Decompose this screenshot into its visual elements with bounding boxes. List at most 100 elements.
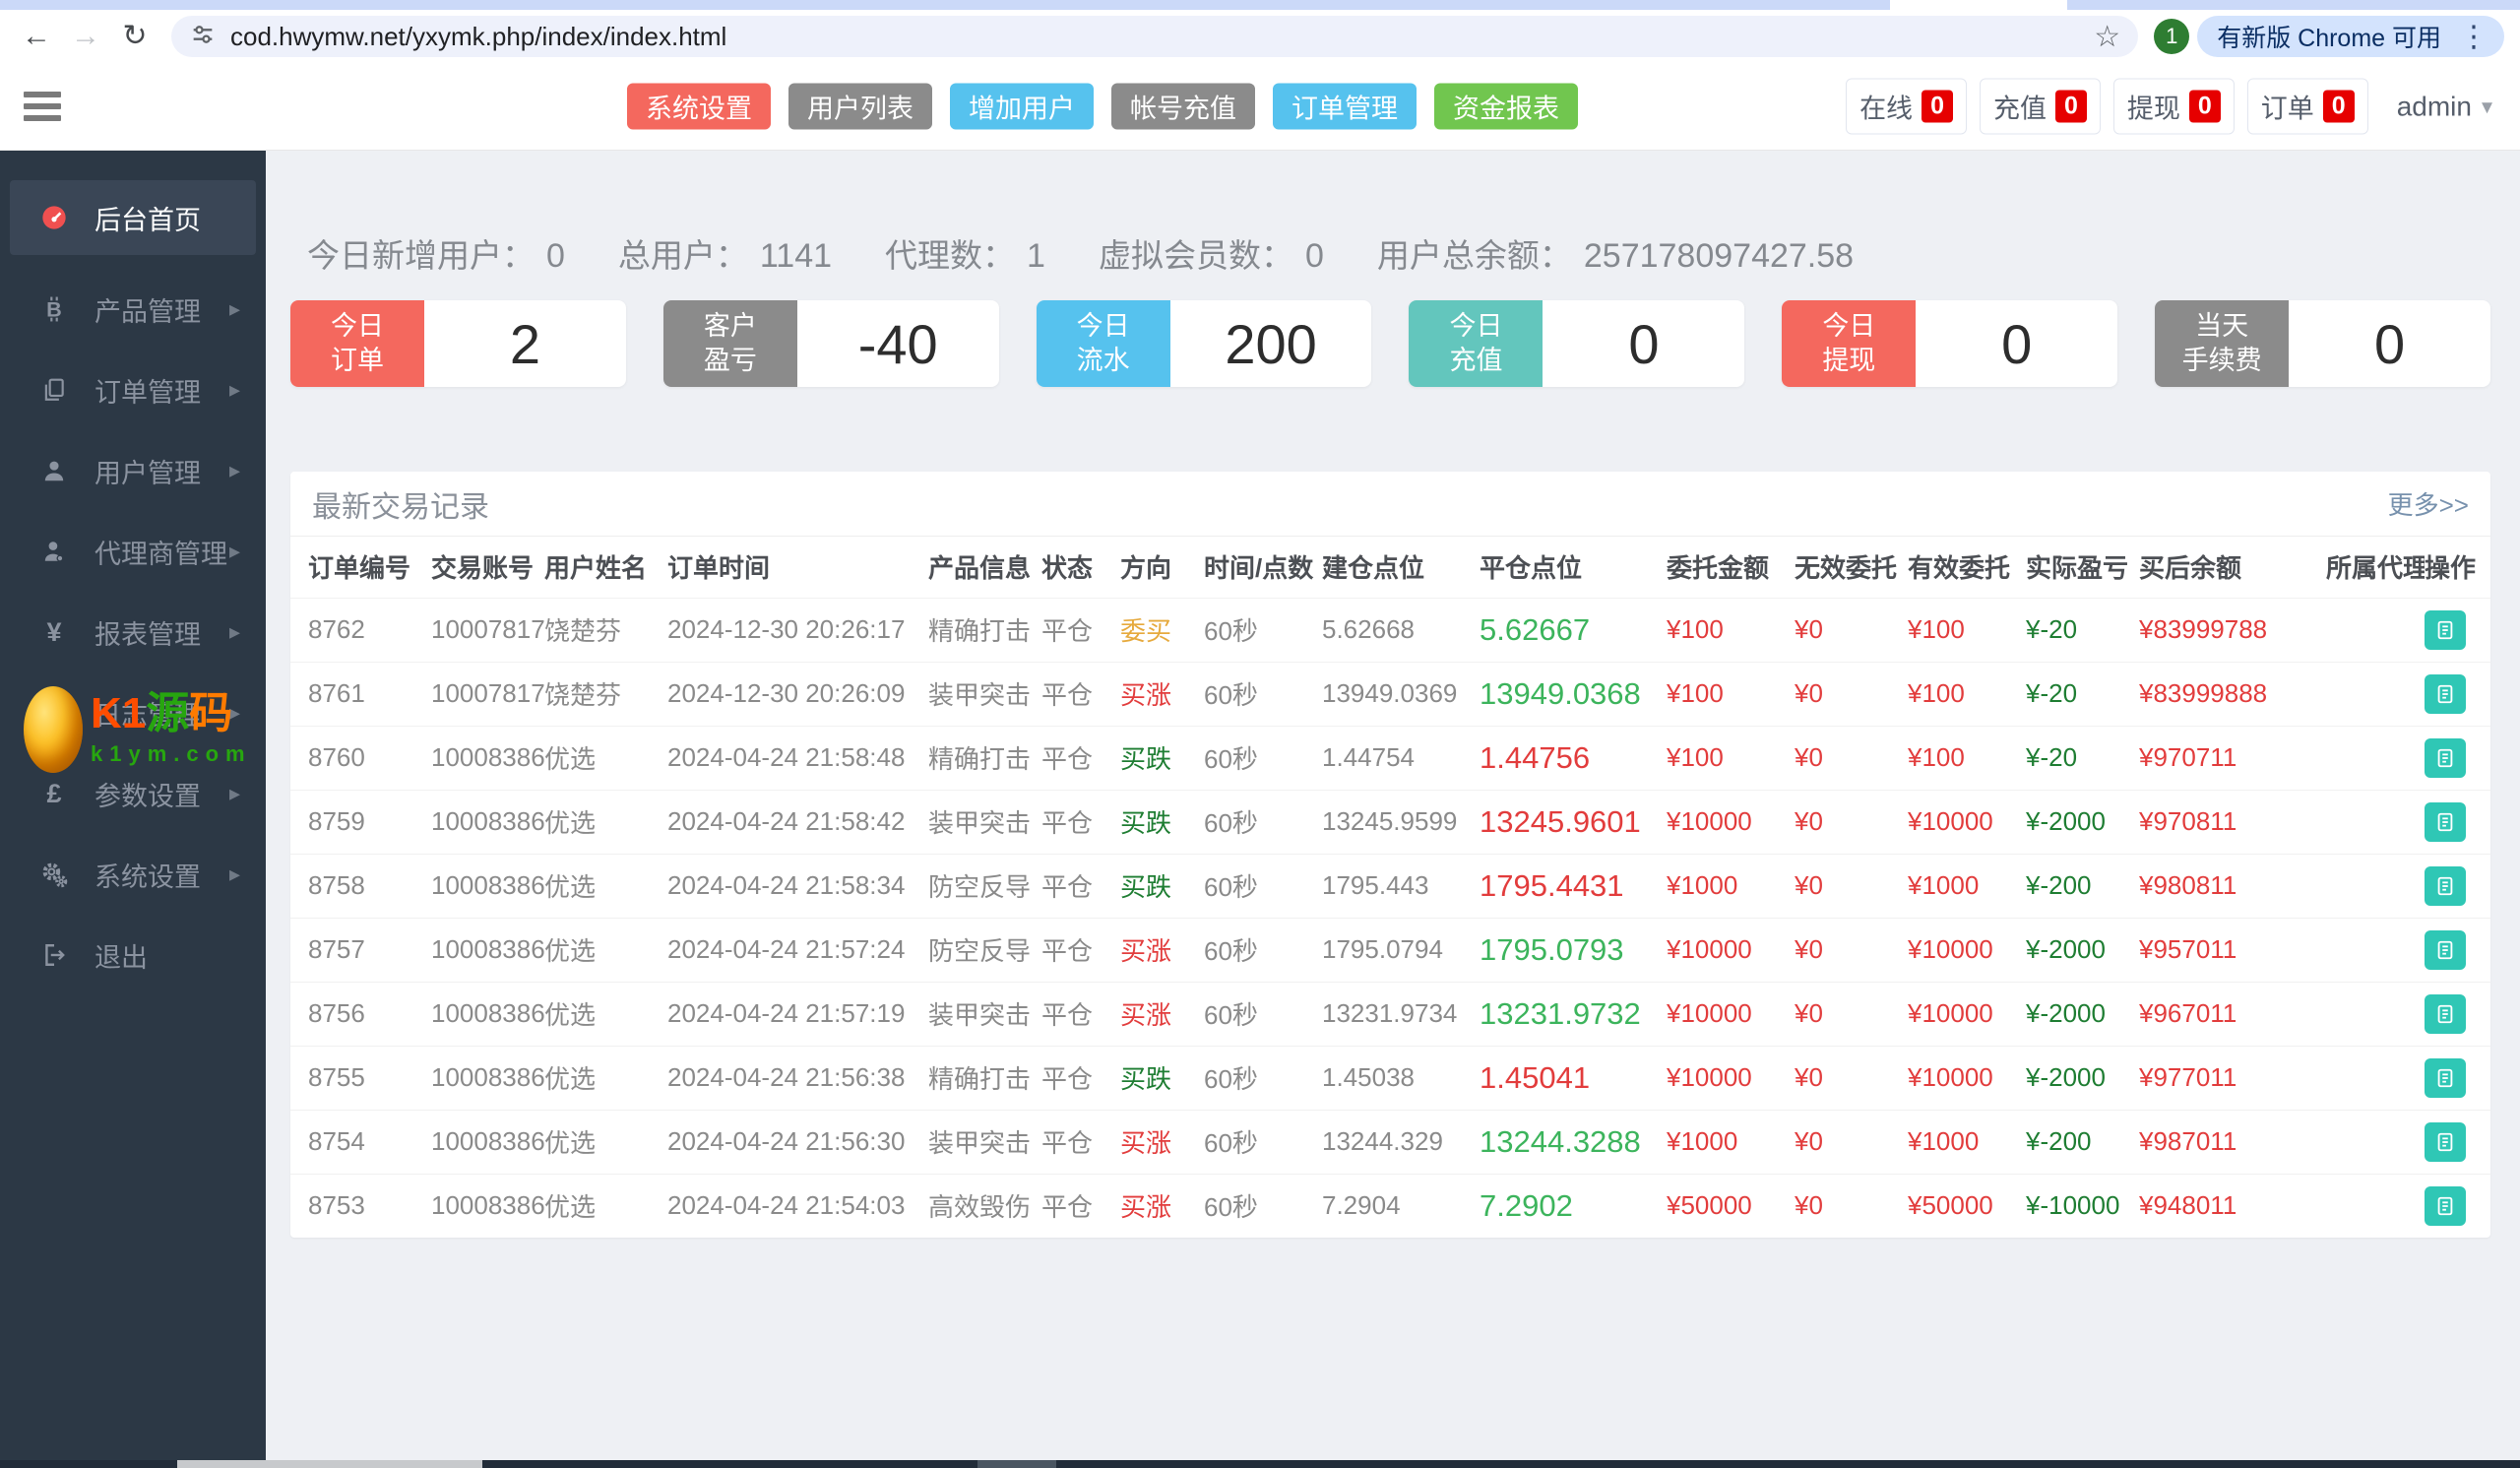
table-row: 8753 10008386 优选 2024-04-24 21:54:03 高效毁伤 平仓买… (290, 1173, 2490, 1238)
counter-orders[interactable]: 订单 0 (2246, 78, 2368, 135)
column-header: 操作 (2425, 553, 2477, 584)
nav-button-funds-report[interactable]: 资金报表 (1434, 83, 1578, 130)
cell-account: 10008386 (431, 853, 544, 918)
sidebar-item-report[interactable]: ¥ 报表管理 ▸ (0, 592, 266, 672)
row-detail-button[interactable] (2425, 929, 2466, 970)
stat-item-2: 代理数： 1 (885, 229, 1045, 277)
counter-badge: 0 (1922, 90, 1953, 123)
trade-table: 订单编号 交易账号 用户姓名 订单时间 产品信息 状态 方向 时间/点数 建仓点位 平仓点位 委托金… (290, 537, 2490, 1238)
sidebar-item-product[interactable]: B 产品管理 ▸ (0, 269, 266, 350)
stat-item-1: 总用户： 1141 (618, 229, 832, 277)
sidebar-item-params[interactable]: £ 参数设置 ▸ (0, 753, 266, 834)
cell-direction: 买涨 (1120, 1109, 1204, 1174)
cell-close: 13245.9601 (1480, 789, 1667, 854)
cell-profit: ¥-2000 (2026, 789, 2139, 854)
cell-balance: ¥967011 (2139, 981, 2326, 1046)
cell-open: 1795.443 (1322, 853, 1480, 918)
bookmark-star-icon[interactable]: ☆ (2094, 20, 2120, 54)
row-detail-button[interactable] (2425, 801, 2466, 842)
cell-product: 装甲突击 (928, 1109, 1041, 1174)
card-value: 0 (1628, 312, 1660, 375)
row-detail-button[interactable] (2425, 1057, 2466, 1098)
trade-records-panel: 最新交易记录 更多>> 订单编号 交易账号 用户姓名 订单时间 产品信息 状态 方向 时间/点… (290, 472, 2490, 1238)
chevron-right-icon: ▸ (228, 458, 240, 482)
card-tag: 今日 流水 (1036, 300, 1170, 387)
nav-button-user-list[interactable]: 用户列表 (788, 83, 932, 130)
sidebar-item-user[interactable]: 用户管理 ▸ (0, 430, 266, 511)
card-value: 2 (509, 312, 540, 375)
cell-agent (2326, 853, 2425, 918)
cell-profit: ¥-20 (2026, 725, 2139, 790)
sidebar-item-label: 报表管理 (94, 619, 201, 650)
card-tag-line: 客户 (703, 310, 757, 341)
address-bar[interactable]: cod.hwymw.net/yxymk.php/index/index.html… (171, 16, 2139, 57)
sidebar-item-order[interactable]: 订单管理 ▸ (0, 350, 266, 430)
card-value: 200 (1225, 312, 1317, 375)
counter-withdraw[interactable]: 提现 0 (2112, 78, 2235, 135)
cell-duration: 60秒 (1204, 853, 1322, 918)
nav-button-add-user[interactable]: 增加用户 (950, 83, 1094, 130)
profile-avatar[interactable]: 1 (2154, 19, 2190, 54)
cell-open: 13244.329 (1322, 1109, 1480, 1174)
sidebar-item-system[interactable]: 系统设置 ▸ (0, 834, 266, 915)
sidebar-item-log[interactable]: 日志管理 ▸ (0, 672, 266, 753)
row-detail-button[interactable] (2425, 1185, 2466, 1226)
browser-chrome: ← → ↻ cod.hwymw.net/yxymk.php/index/inde… (0, 0, 2520, 63)
forward-icon[interactable]: → (65, 22, 106, 51)
nav-button-order-management[interactable]: 订单管理 (1273, 83, 1417, 130)
svg-text:B: B (46, 297, 62, 322)
cell-valid: ¥1000 (1908, 1109, 2026, 1174)
admin-menu[interactable]: admin ▾ (2397, 91, 2492, 122)
row-detail-button[interactable] (2425, 993, 2466, 1034)
cell-product: 精确打击 (928, 1045, 1041, 1110)
stat-label: 用户总余额： (1376, 237, 1572, 274)
nav-button-account-recharge[interactable]: 帐号充值 (1111, 83, 1255, 130)
column-header: 交易账号 (431, 553, 535, 584)
cell-direction: 买涨 (1120, 661, 1204, 726)
row-detail-button[interactable] (2425, 673, 2466, 714)
cell-time: 2024-12-30 20:26:09 (667, 661, 928, 726)
card-tag: 今日 订单 (290, 300, 424, 387)
sidebar-item-label: 订单管理 (94, 377, 201, 408)
cell-close: 1795.0793 (1480, 917, 1667, 982)
sidebar-item-label: 代理商管理 (94, 539, 227, 569)
sidebar-item-dashboard[interactable]: 后台首页 (10, 180, 256, 255)
cell-status: 平仓 (1041, 981, 1120, 1046)
reload-icon[interactable]: ↻ (114, 22, 156, 51)
nav-button-system-settings[interactable]: 系统设置 (627, 83, 771, 130)
cell-time: 2024-04-24 21:57:19 (667, 981, 928, 1046)
sidebar-item-logout[interactable]: 退出 (0, 915, 266, 995)
more-link[interactable]: 更多>> (2388, 485, 2469, 522)
column-header: 实际盈亏 (2026, 553, 2129, 584)
counter-online[interactable]: 在线 0 (1846, 78, 1967, 135)
row-detail-button[interactable] (2425, 609, 2466, 650)
cell-account: 10008386 (431, 1109, 544, 1174)
counter-badge: 0 (2322, 90, 2355, 123)
scrollbar-thumb[interactable] (977, 1460, 1056, 1468)
stat-card-today-orders: 今日 订单 2 (290, 300, 626, 387)
stat-value: 1 (1027, 237, 1045, 275)
hamburger-menu-icon[interactable] (24, 86, 61, 127)
log-icon (37, 700, 71, 726)
stat-label: 总用户： (617, 237, 748, 274)
sidebar-item-agent[interactable]: 代理商管理 ▸ (0, 511, 266, 592)
cell-duration: 60秒 (1204, 1109, 1322, 1174)
chevron-right-icon: ▸ (228, 862, 240, 886)
cell-direction: 买涨 (1120, 917, 1204, 982)
row-detail-button[interactable] (2425, 737, 2466, 778)
stat-label: 虚拟会员数： (1098, 237, 1293, 274)
table-row: 8757 10008386 优选 2024-04-24 21:57:24 防空反导 平仓买… (290, 917, 2490, 982)
back-icon[interactable]: ← (16, 22, 57, 51)
cell-duration: 60秒 (1204, 597, 1322, 662)
cell-agent (2326, 1109, 2425, 1174)
chrome-update-button[interactable]: 有新版 Chrome 可用 ⋮ (2197, 16, 2504, 57)
site-info-icon[interactable] (189, 21, 217, 53)
cell-status: 平仓 (1041, 661, 1120, 726)
cell-amount: ¥10000 (1667, 789, 1795, 854)
row-detail-button[interactable] (2425, 1121, 2466, 1162)
counter-label: 充值 (1992, 94, 2047, 124)
counter-recharge[interactable]: 充值 0 (1979, 78, 2101, 135)
cell-duration: 60秒 (1204, 1173, 1322, 1238)
browser-menu-icon[interactable]: ⋮ (2451, 20, 2496, 54)
row-detail-button[interactable] (2425, 865, 2466, 906)
